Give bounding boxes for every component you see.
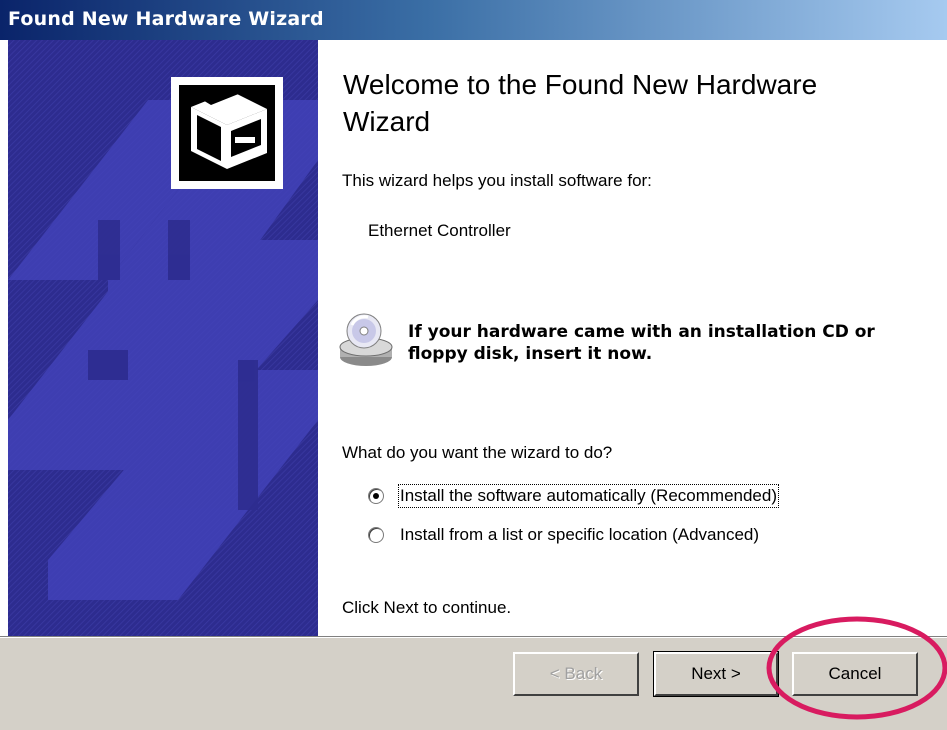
page-title: Welcome to the Found New Hardware Wizard xyxy=(343,69,818,137)
option-label-auto: Install the software automatically (Reco… xyxy=(398,484,779,508)
next-button[interactable]: Next > xyxy=(653,651,779,697)
radio-button-list[interactable] xyxy=(368,527,384,543)
option-install-from-list[interactable]: Install from a list or specific location… xyxy=(368,523,759,547)
cancel-highlight-ring xyxy=(766,616,947,720)
back-button[interactable]: < Back xyxy=(513,652,639,696)
question-text: What do you want the wizard to do? xyxy=(342,443,613,462)
hardware-drive-icon xyxy=(171,77,283,194)
cd-drive-icon xyxy=(338,311,396,374)
radio-button-auto[interactable] xyxy=(368,488,384,504)
device-name: Ethernet Controller xyxy=(368,221,511,240)
option-label-list: Install from a list or specific location… xyxy=(400,525,760,544)
window-title: Found New Hardware Wizard xyxy=(8,8,324,30)
option-install-automatically[interactable]: Install the software automatically (Reco… xyxy=(368,484,779,508)
continue-instruction: Click Next to continue. xyxy=(342,598,512,617)
insert-media-message: If your hardware came with an installati… xyxy=(408,322,875,364)
title-bar[interactable]: Found New Hardware Wizard xyxy=(0,0,947,40)
intro-text: This wizard helps you install software f… xyxy=(342,171,652,190)
